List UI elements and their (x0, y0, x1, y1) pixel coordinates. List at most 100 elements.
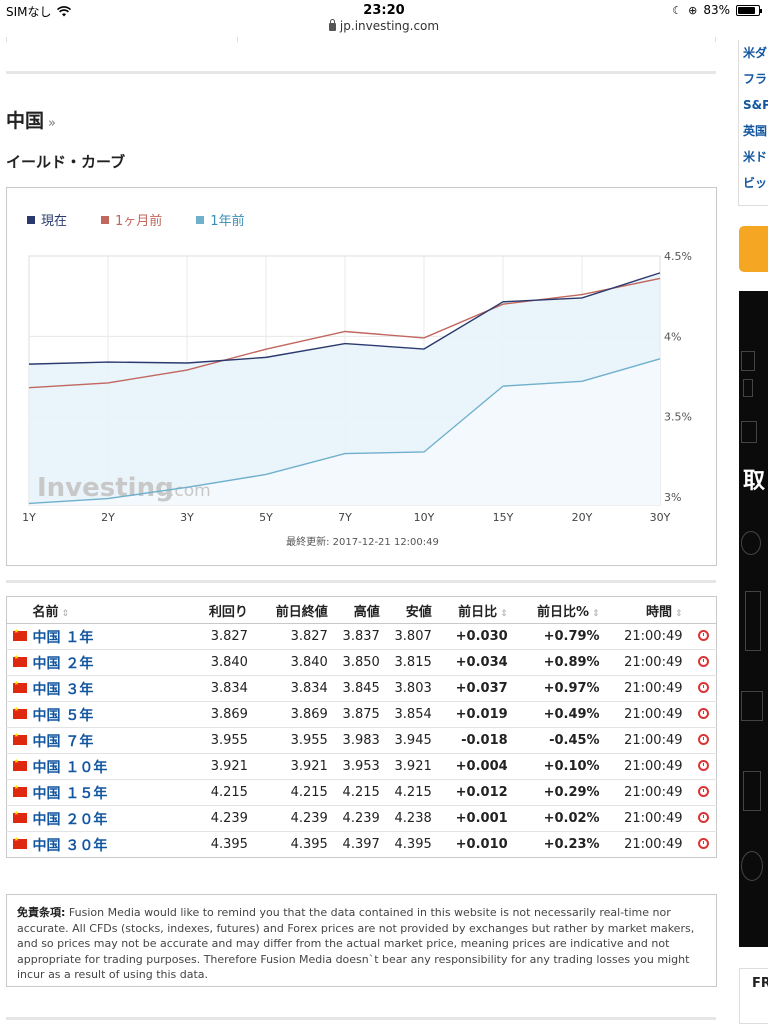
rotation-lock-icon: ⊕ (688, 3, 698, 17)
sidebar-item[interactable]: フラ (739, 66, 768, 92)
yield-cell: 3.955 (191, 727, 254, 754)
china-flag-icon (6, 623, 33, 650)
yield-cell: 3.921 (191, 753, 254, 780)
x-tick-label: 2Y (101, 511, 115, 524)
header-label: 時間 (645, 604, 672, 620)
header-time[interactable]: 時間 ⇕ (605, 596, 691, 624)
change-pct-cell: +0.49% (513, 701, 606, 728)
sidebar-orange-button[interactable] (739, 226, 768, 272)
prev-close-cell: 3.834 (253, 675, 334, 702)
bond-name-link[interactable]: 中国 １０年 (32, 760, 107, 776)
url-bar[interactable]: jp.investing.com (0, 19, 768, 37)
clock-time: 23:20 (363, 3, 405, 18)
bond-name-cell[interactable]: 中国 １年 (32, 623, 192, 650)
low-cell: 4.215 (385, 779, 438, 806)
bond-name-cell[interactable]: 中国 １０年 (32, 753, 192, 780)
x-tick-label: 20Y (572, 511, 593, 524)
clock-icon (690, 779, 717, 806)
moon-icon: ☾ (672, 3, 683, 17)
yield-cell: 4.215 (191, 779, 254, 806)
change-pct-cell: -0.45% (513, 727, 606, 754)
table-row[interactable]: 中国 ３０年 4.395 4.395 4.397 4.395 +0.010 +0.23% 21… (7, 832, 717, 858)
bond-name-link[interactable]: 中国 ３年 (32, 682, 93, 698)
header-yield[interactable]: 利回り (191, 596, 254, 624)
table-row[interactable]: 中国 １年3.8273.8273.8373.807+0.030+0.79%21:… (6, 623, 717, 650)
high-cell: 4.215 (333, 779, 386, 806)
bond-name-link[interactable]: 中国 ５年 (32, 708, 93, 724)
change-pct-cell: +0.23% (543, 837, 600, 852)
section-divider (6, 71, 716, 74)
header-name[interactable]: 名前 ⇕ (32, 596, 192, 624)
sidebar-ad-banner[interactable]: 取 (739, 291, 768, 947)
sort-icon: ⇕ (592, 608, 600, 619)
bond-name-cell[interactable]: 中国 １５年 (32, 779, 192, 806)
prev-close-cell: 3.869 (253, 701, 334, 728)
table-row[interactable]: 中国 ２０年4.2394.2394.2394.238+0.001+0.02%21… (6, 805, 717, 832)
bond-name-cell[interactable]: 中国 ３０年 (32, 832, 192, 858)
prev-close-cell: 3.827 (253, 623, 334, 650)
yield-cell: 3.827 (191, 623, 254, 650)
low-cell: 3.803 (385, 675, 438, 702)
change-pct-cell: +0.89% (513, 649, 606, 676)
sidebar-item[interactable]: 米ダ (739, 40, 768, 66)
table-row[interactable]: 中国 １５年4.2154.2154.2154.215+0.012+0.29%21… (6, 779, 717, 806)
sidebar-item[interactable]: 英国 (739, 118, 768, 144)
sidebar-item[interactable]: S&P (739, 92, 768, 118)
battery-icon (736, 4, 762, 16)
table-row[interactable]: 中国 ５年3.8693.8693.8753.854+0.019+0.49%21:… (6, 701, 717, 728)
bond-name-cell[interactable]: 中国 ３年 (32, 675, 192, 702)
bond-name-cell[interactable]: 中国 ２年 (32, 649, 192, 676)
disclaimer: 免責条項: Fusion Media would like to remind … (6, 894, 717, 987)
chart-plot: 4.5%4%3.5%3%Investing.com1Y 2Y 3Y 5Y 7Y 10Y 15… (22, 250, 692, 524)
bond-yield-table: 名前⇕ 利回り 前日終値 高値 安値 前日比⇕ 前日比%⇕ 時間⇕ 中国 １年3… (6, 596, 717, 858)
header-change[interactable]: 前日比 ⇕ (437, 596, 514, 624)
time-cell: 21:00:49 (605, 727, 691, 754)
high-cell: 3.953 (333, 753, 386, 780)
table-row[interactable]: 中国 ２年3.8403.8403.8503.815+0.034+0.89%21:… (6, 649, 717, 676)
bond-name-link[interactable]: 中国 １年 (32, 630, 93, 646)
bond-name-link[interactable]: 中国 ３０年 (32, 838, 107, 854)
bond-name-cell[interactable]: 中国 ２０年 (32, 805, 192, 832)
header-label: 前日比% (536, 604, 590, 620)
sidebar-item[interactable]: 米ド (739, 144, 768, 170)
page-title[interactable]: 中国» (6, 106, 56, 133)
bond-name-link[interactable]: 中国 ７年 (32, 734, 93, 750)
prev-close-cell: 3.840 (253, 649, 334, 676)
last-updated: 最終更新: 2017-12-21 12:00:49 (286, 537, 439, 548)
table-row[interactable]: 中国 １０年3.9213.9213.9533.921+0.004+0.10%21… (6, 753, 717, 780)
lock-icon (328, 19, 336, 31)
change-cell: +0.034 (437, 649, 514, 676)
bond-name-link[interactable]: 中国 ２０年 (32, 812, 107, 828)
change-cell: -0.018 (437, 727, 514, 754)
change-cell: +0.037 (437, 675, 514, 702)
sidebar-quotes-list: 米ダ フラ S&P 英国 米ド ビッ (738, 40, 768, 206)
header-low[interactable]: 安値 (385, 596, 438, 624)
high-cell: 3.837 (333, 623, 386, 650)
header-high[interactable]: 高値 (333, 596, 386, 624)
table-row[interactable]: 中国 ３年3.8343.8343.8453.803+0.037+0.97%21:… (6, 675, 717, 702)
high-cell: 4.397 (342, 837, 380, 852)
bond-name-link[interactable]: 中国 ２年 (32, 656, 93, 672)
header-prev-close[interactable]: 前日終値 (253, 596, 334, 624)
high-cell: 3.983 (333, 727, 386, 754)
table-header-row: 名前 ⇕ 利回り 前日終値 高値 安値 前日比 ⇕ 前日比% ⇕ 時間 ⇕ (6, 596, 717, 624)
y-tick-label: 4.5% (664, 250, 692, 263)
section-divider (6, 580, 716, 583)
bond-name-cell[interactable]: 中国 ７年 (32, 727, 192, 754)
url-text: jp.investing.com (339, 19, 440, 33)
high-cell: 3.845 (333, 675, 386, 702)
bond-name-cell[interactable]: 中国 ５年 (32, 701, 192, 728)
prev-close-cell: 3.921 (253, 753, 334, 780)
x-tick-label: 5Y (259, 511, 273, 524)
bond-name-link[interactable]: 中国 １５年 (32, 786, 107, 802)
table-row[interactable]: 中国 ７年3.9553.9553.9833.945-0.018-0.45%21:… (6, 727, 717, 754)
change-cell: +0.019 (437, 701, 514, 728)
prev-close-cell: 4.395 (290, 837, 328, 852)
sidebar-item[interactable]: ビッ (739, 170, 768, 196)
change-pct-cell: +0.10% (513, 753, 606, 780)
time-cell: 21:00:49 (605, 753, 691, 780)
yield-cell: 4.395 (210, 837, 248, 852)
clock-icon (691, 832, 717, 858)
change-cell: +0.010 (455, 837, 508, 852)
header-change-pct[interactable]: 前日比% ⇕ (513, 596, 606, 624)
